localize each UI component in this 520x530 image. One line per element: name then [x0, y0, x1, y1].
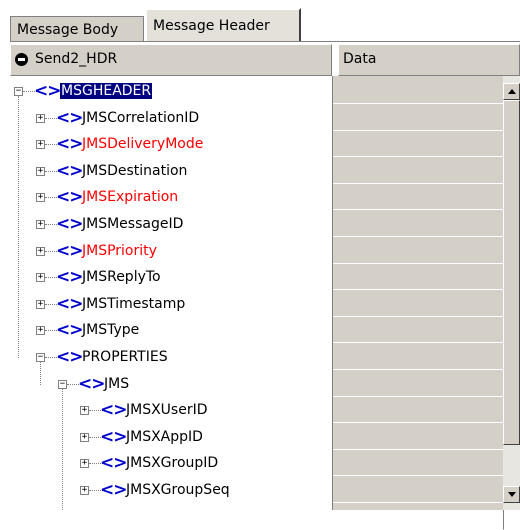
tree-node-label[interactable]: JMSMessageID [82, 216, 183, 232]
tree-node-label[interactable]: JMSXUserID [126, 402, 208, 418]
tab-divider [10, 41, 520, 42]
expand-toggle-icon[interactable]: + [36, 113, 45, 123]
tree-node-label[interactable]: JMSDeliveryMode [82, 136, 203, 152]
data-cell[interactable] [333, 344, 504, 370]
data-cell[interactable] [333, 211, 504, 237]
data-column-header[interactable]: Data [338, 44, 520, 76]
tab-message-header[interactable]: Message Header [145, 8, 301, 42]
expand-toggle-icon[interactable]: + [36, 273, 45, 283]
data-cell[interactable] [333, 157, 504, 184]
data-column[interactable] [332, 76, 504, 530]
data-cell[interactable] [333, 477, 504, 503]
tree-column-header[interactable]: Send2_HDR [10, 44, 332, 76]
minus-circle-icon[interactable] [15, 53, 28, 66]
tree-node-label[interactable]: JMSCorrelationID [82, 110, 199, 126]
tree-guide-line [40, 362, 41, 385]
tree-node-label[interactable]: JMSDestination [82, 163, 187, 179]
data-cell[interactable] [333, 423, 504, 450]
data-cell[interactable] [333, 317, 504, 344]
xml-tag-icon: <> [56, 267, 83, 288]
tree-node-label[interactable]: PROPERTIES [82, 349, 168, 365]
expand-toggle-icon[interactable]: + [36, 140, 45, 150]
xml-tag-icon: <> [100, 453, 127, 474]
message-header-tree[interactable]: − <> MSGHEADER + <> JMSCorrelationID + <> JMSDel… [10, 76, 332, 510]
tree-node-label[interactable]: JMSXAppID [126, 429, 203, 445]
tree-guide-line [62, 388, 63, 510]
expand-toggle-icon[interactable]: + [36, 220, 45, 229]
expand-toggle-icon[interactable]: + [80, 432, 89, 442]
expand-toggle-icon[interactable]: + [36, 166, 45, 176]
xml-tag-icon: <> [56, 347, 83, 367]
xml-tag-icon: <> [100, 400, 127, 421]
data-cell[interactable] [333, 78, 504, 104]
tab-strip: Message Body Message Header [0, 0, 520, 44]
vertical-scrollbar[interactable] [503, 76, 520, 510]
xml-tag-icon: <> [56, 214, 83, 234]
xml-tag-icon: <> [56, 134, 83, 155]
tree-node-label[interactable]: JMSType [82, 322, 139, 338]
expand-toggle-icon[interactable]: + [36, 193, 45, 203]
tree-node-label[interactable]: JMSTimestamp [82, 296, 185, 312]
xml-tag-icon: <> [56, 187, 83, 208]
tab-message-body[interactable]: Message Body [10, 16, 144, 41]
data-cell[interactable] [333, 184, 504, 211]
data-cell[interactable] [333, 450, 504, 477]
xml-tag-icon: <> [56, 160, 83, 181]
tree-node-label[interactable]: JMS [104, 376, 129, 392]
tree-node-label[interactable]: JMSXGroupSeq [126, 482, 230, 498]
xml-tag-icon: <> [56, 240, 83, 261]
xml-tag-icon: <> [78, 373, 105, 394]
collapse-toggle-icon[interactable]: − [36, 353, 45, 362]
data-column-label: Data [343, 51, 377, 67]
xml-tag-icon: <> [100, 480, 127, 500]
collapse-toggle-icon[interactable]: − [58, 379, 67, 389]
expand-toggle-icon[interactable]: + [80, 486, 89, 495]
expand-toggle-icon[interactable]: + [36, 246, 45, 256]
tree-node-label[interactable]: JMSXGroupID [126, 455, 218, 471]
scroll-up-button[interactable] [503, 83, 520, 100]
tree-column-label: Send2_HDR [35, 51, 118, 67]
tree-node-label[interactable]: JMSReplyTo [82, 269, 161, 285]
data-cell[interactable] [333, 503, 504, 530]
data-cell[interactable] [333, 264, 504, 291]
xml-tag-icon: <> [56, 320, 83, 341]
data-cell[interactable] [333, 104, 504, 131]
expand-toggle-icon[interactable]: + [80, 459, 89, 469]
arrow-down-icon [508, 492, 516, 497]
xml-tag-icon: <> [56, 293, 83, 314]
xml-tag-icon: <> [34, 81, 61, 101]
scroll-thumb[interactable] [503, 100, 520, 445]
scroll-down-button[interactable] [503, 486, 520, 503]
data-cell[interactable] [333, 290, 504, 317]
xml-tag-icon: <> [100, 426, 127, 447]
collapse-toggle-icon[interactable]: − [14, 87, 23, 96]
data-cell[interactable] [333, 237, 504, 264]
tree-guide-line [18, 96, 19, 358]
tree-node-label[interactable]: MSGHEADER [60, 83, 153, 99]
data-cell[interactable] [333, 397, 504, 424]
xml-tag-icon: <> [100, 507, 127, 510]
expand-toggle-icon[interactable]: + [36, 326, 45, 336]
expand-toggle-icon[interactable]: + [80, 406, 89, 416]
arrow-up-icon [508, 89, 516, 94]
tree-node-label[interactable]: JMSExpiration [82, 189, 178, 205]
data-cell[interactable] [333, 131, 504, 158]
data-cell[interactable] [333, 370, 504, 397]
expand-toggle-icon[interactable]: + [36, 299, 45, 309]
xml-tag-icon: <> [56, 107, 83, 128]
tree-node-label[interactable]: JMSPriority [82, 243, 157, 259]
